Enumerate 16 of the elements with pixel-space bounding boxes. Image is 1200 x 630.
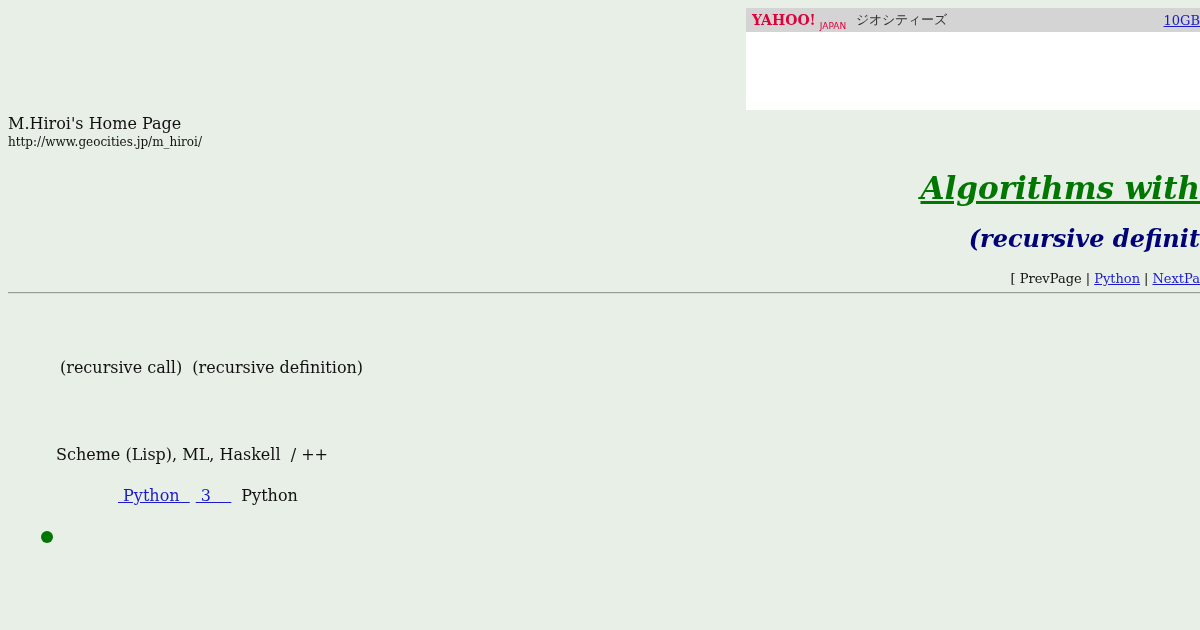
intro-text: (recursive call) (recursive definition) bbox=[60, 358, 365, 377]
nav-link[interactable]: NextPa bbox=[1152, 271, 1200, 286]
service-name: ジオシティーズ bbox=[856, 12, 948, 28]
nav-text: [ PrevPage | bbox=[1010, 271, 1091, 286]
page-subtitle: (recursive definit bbox=[968, 224, 1200, 253]
ref-link[interactable]: 3 bbox=[195, 486, 232, 505]
site-url: http://www.geocities.jp/m_hiroi/ bbox=[8, 134, 203, 150]
ref-text: Python bbox=[241, 486, 298, 505]
nav-text: | bbox=[1144, 271, 1149, 286]
site-title: M.Hiroi's Home Page bbox=[8, 114, 183, 134]
page-title[interactable]: Algorithms with bbox=[920, 170, 1200, 206]
languages-text: Scheme (Lisp), ML, Haskell / ++ bbox=[56, 445, 329, 464]
ref-link[interactable]: Python bbox=[118, 486, 190, 505]
storage-link[interactable]: 10GB bbox=[1163, 12, 1200, 28]
nav-link[interactable]: Python bbox=[1094, 271, 1141, 286]
japan-label: JAPAN bbox=[819, 21, 847, 31]
